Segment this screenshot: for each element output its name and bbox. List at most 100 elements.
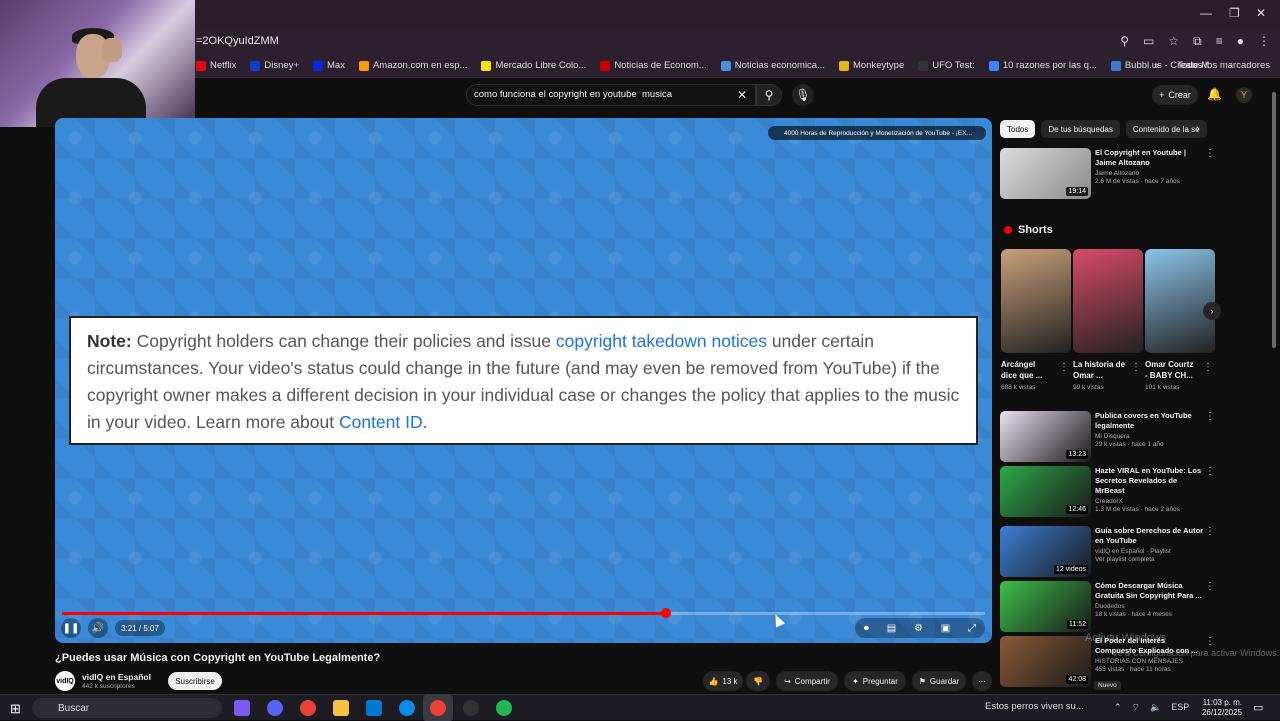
profile-icon[interactable]: ● — [1237, 34, 1244, 49]
recommended-title[interactable]: Publica covers en YouTube legalmente — [1095, 411, 1207, 431]
recommended-video[interactable]: 12:46 Hazte VIRAL en YouTube: Los Secreto… — [1000, 466, 1215, 518]
short-title[interactable]: La historia de Omar ... — [1073, 359, 1125, 381]
chips-next-icon[interactable]: › — [1196, 123, 1200, 135]
star-icon[interactable]: ☆ — [1168, 34, 1179, 49]
wifi-icon[interactable]: ⌔ — [1132, 702, 1140, 713]
language-indicator[interactable]: ESP — [1171, 702, 1189, 713]
video-menu-icon[interactable]: ⋮ — [1205, 148, 1215, 159]
end-card-title[interactable]: 4000 Horas de Reproducción y Monetizació… — [768, 126, 986, 140]
recommended-title[interactable]: Cómo Descargar Música Gratuita Sin Copyr… — [1095, 581, 1207, 601]
cast-icon[interactable]: ▭ — [1143, 34, 1154, 49]
bookmark-item[interactable]: Disney+ — [250, 60, 299, 71]
autoplay-toggle-icon[interactable]: ⏺ — [864, 623, 869, 634]
media-now-playing[interactable]: Estos perros viven su... — [985, 701, 1084, 712]
windows-start-icon[interactable]: ⊞ — [10, 701, 21, 717]
zoom-icon[interactable]: ⚲ — [1120, 34, 1129, 49]
recommended-channel[interactable]: Duodedos — [1095, 603, 1207, 610]
scrollbar[interactable] — [1272, 92, 1276, 348]
bookmark-item[interactable]: Max — [313, 60, 345, 71]
short-thumbnail[interactable] — [1001, 249, 1071, 353]
video-menu-icon[interactable]: ⋮ — [1205, 466, 1215, 477]
create-button[interactable]: + Crear — [1152, 85, 1198, 105]
bookmark-item[interactable]: Netflix — [196, 60, 236, 71]
url-text[interactable]: =2OKQyuIdZMM — [196, 35, 279, 47]
minimize-icon[interactable]: — — [1200, 6, 1212, 20]
edge-icon[interactable] — [399, 700, 415, 716]
bookmark-item[interactable]: Amazon.com en esp... — [358, 60, 467, 71]
tray-chevron-icon[interactable]: ⌃ — [1114, 702, 1122, 713]
bookmark-item[interactable]: 10 razones por las q... — [988, 60, 1097, 71]
short-menu-icon[interactable]: ⋮ — [1131, 362, 1141, 373]
copilot-icon[interactable] — [234, 700, 250, 716]
short-title[interactable]: Arcángel dice que ... — [1001, 359, 1053, 381]
channel-avatar[interactable]: vidIQ — [55, 671, 75, 691]
settings-gear-icon[interactable]: ⚙ — [914, 623, 923, 634]
speaker-icon[interactable]: 🔈 — [1150, 702, 1161, 713]
video-menu-icon[interactable]: ⋮ — [1205, 581, 1215, 592]
video-thumbnail[interactable]: 12 videos — [1000, 526, 1091, 577]
video-menu-icon[interactable]: ⋮ — [1205, 526, 1215, 537]
extensions-icon[interactable]: ⧉ — [1193, 34, 1202, 49]
recommended-video[interactable]: 19:14 El Copyright en Youtube | Jaime Al… — [1000, 148, 1215, 200]
recommended-title[interactable]: Hazte VIRAL en YouTube: Los Secretos Rev… — [1095, 466, 1207, 496]
video-thumbnail[interactable]: 12:46 — [1000, 466, 1091, 517]
short-menu-icon[interactable]: ⋮ — [1059, 362, 1069, 373]
media-control-icon[interactable]: ≡ — [1216, 34, 1223, 49]
recommended-video[interactable]: 11:52 Cómo Descargar Música Gratuita Sin … — [1000, 581, 1215, 633]
shorts-next-button[interactable]: › — [1203, 302, 1221, 320]
video-thumbnail[interactable]: 19:14 — [1000, 148, 1091, 199]
close-window-icon[interactable]: ✕ — [1256, 6, 1266, 20]
account-avatar[interactable]: Y — [1236, 87, 1252, 103]
recommended-video[interactable]: 13:23 Publica covers en YouTube legalment… — [1000, 411, 1215, 463]
progress-bar[interactable] — [62, 608, 985, 618]
channel-name[interactable]: vidIQ en Español — [82, 672, 151, 682]
notifications-icon[interactable]: ▭ — [1253, 701, 1263, 714]
bookmark-item[interactable]: Noticias economica... — [720, 60, 825, 71]
mail-icon[interactable] — [366, 700, 382, 716]
ask-button[interactable]: ✦ Preguntar — [844, 671, 906, 691]
restore-icon[interactable]: ❐ — [1229, 6, 1240, 20]
dislike-button[interactable]: 👎 — [746, 671, 770, 691]
chrome-icon[interactable] — [300, 700, 316, 716]
bookmark-item[interactable]: Mercado Libre Colo... — [481, 60, 586, 71]
more-actions-button[interactable]: ⋯ — [972, 671, 992, 691]
like-button[interactable]: 👍 13 k — [703, 671, 743, 691]
recommended-channel[interactable]: Jaime Altozano — [1095, 170, 1207, 177]
video-thumbnail[interactable]: 13:23 — [1000, 411, 1091, 462]
notifications-bell-icon[interactable]: 🔔 — [1207, 87, 1222, 101]
short-menu-icon[interactable]: ⋮ — [1203, 362, 1213, 373]
recommended-title[interactable]: Guía sobre Derechos de Autor en YouTube — [1095, 526, 1207, 546]
short-title[interactable]: Omar Courtz - BABY CH... — [1145, 359, 1197, 381]
subtitles-icon[interactable]: ▤ — [887, 623, 896, 634]
filter-chip[interactable]: Todos — [1000, 120, 1036, 138]
file-explorer-icon[interactable] — [333, 700, 349, 716]
clear-search-icon[interactable]: ✕ — [737, 88, 747, 102]
menu-icon[interactable]: ⋮ — [1258, 34, 1270, 49]
progress-scrubber[interactable] — [660, 608, 671, 618]
video-menu-icon[interactable]: ⋮ — [1205, 411, 1215, 422]
video-menu-icon[interactable]: ⋮ — [1205, 636, 1215, 647]
clock[interactable]: 11:03 p. m. 26/12/2025 — [1200, 698, 1242, 718]
recommended-channel[interactable]: vidIQ en Español · Playlist — [1095, 548, 1207, 555]
bookmark-item[interactable]: Noticias de Econom... — [600, 60, 707, 71]
subscribe-button[interactable]: Suscribirse — [168, 672, 222, 690]
recommended-channel[interactable]: Mi Disquera — [1095, 433, 1207, 440]
filter-chip[interactable]: Contenido de la se — [1125, 120, 1207, 138]
pause-button[interactable]: ❚❚ — [61, 618, 81, 638]
app-icon[interactable] — [463, 700, 479, 716]
video-thumbnail[interactable]: 42:08 — [1000, 636, 1091, 687]
search-input[interactable] — [474, 89, 714, 100]
bookmarks-overflow-icon[interactable]: » — [1154, 60, 1159, 71]
miniplayer-icon[interactable]: ▣ — [941, 623, 950, 634]
voice-search-button[interactable]: 🎙 — [792, 84, 814, 106]
discord-icon[interactable] — [267, 700, 283, 716]
fullscreen-icon[interactable]: ⤢ — [968, 623, 976, 634]
bookmark-item[interactable]: Monkeytype — [839, 60, 904, 71]
filter-chip[interactable]: De tus búsquedas — [1041, 120, 1120, 138]
all-bookmarks[interactable]: Todos los marcadores — [1177, 60, 1270, 71]
save-button[interactable]: ⚑ Guardar — [912, 671, 966, 691]
search-button[interactable]: ⚲ — [756, 84, 782, 106]
taskbar-search[interactable]: Buscar — [32, 698, 222, 718]
recommended-channel[interactable]: HISTORIAS CON MENSAJES — [1095, 658, 1207, 665]
recommended-channel[interactable]: CreadorX — [1095, 498, 1207, 505]
